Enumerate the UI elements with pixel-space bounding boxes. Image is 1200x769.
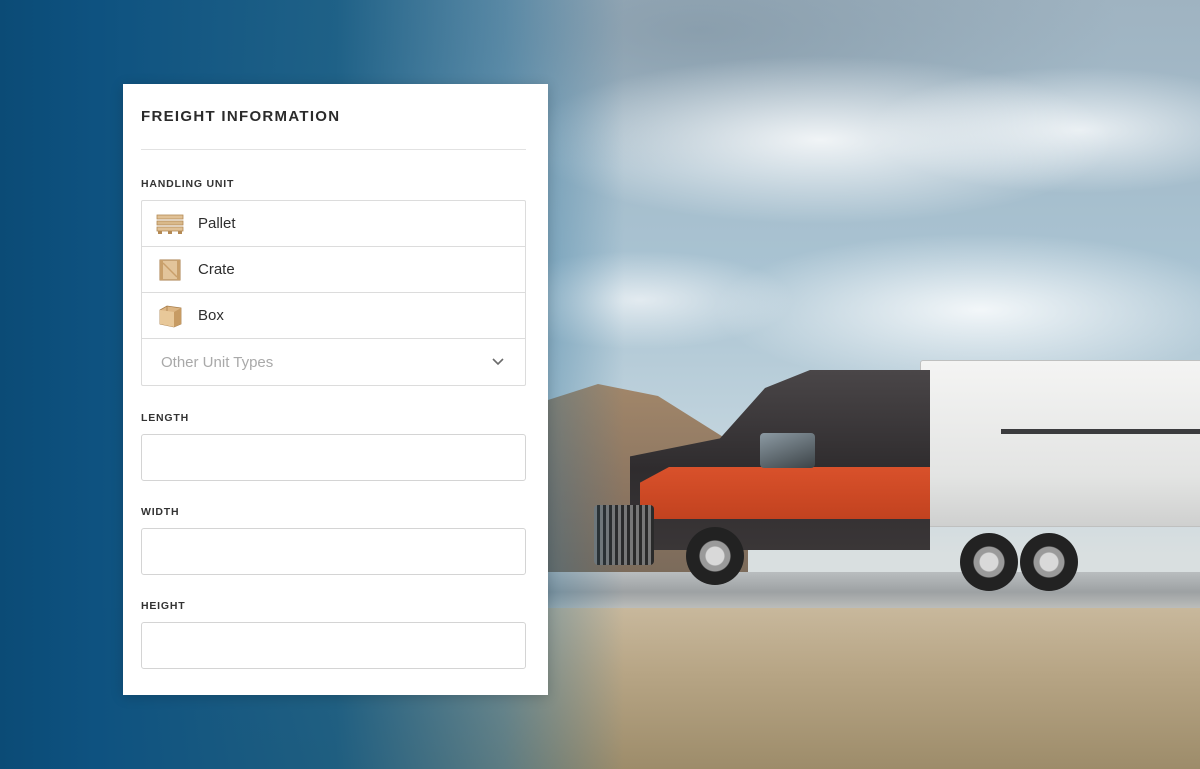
divider xyxy=(141,149,526,150)
chevron-down-icon xyxy=(491,355,505,369)
pallet-icon xyxy=(156,212,184,236)
unit-option-crate[interactable]: Crate xyxy=(142,247,525,293)
handling-unit-options: Pallet Crate Box Other Unit Types xyxy=(141,200,526,386)
other-unit-types-placeholder: Other Unit Types xyxy=(161,353,274,371)
unit-option-label: Crate xyxy=(198,261,235,278)
width-input[interactable] xyxy=(141,528,526,575)
unit-option-box[interactable]: Box xyxy=(142,293,525,339)
unit-option-label: Box xyxy=(198,307,224,324)
handling-unit-label: HANDLING UNIT xyxy=(141,178,235,190)
box-icon xyxy=(156,304,184,328)
length-input[interactable] xyxy=(141,434,526,481)
length-label: LENGTH xyxy=(141,412,189,424)
height-label: HEIGHT xyxy=(141,600,186,612)
height-input[interactable] xyxy=(141,622,526,669)
freight-information-card: FREIGHT INFORMATION HANDLING UNIT Pallet xyxy=(123,84,548,695)
width-label: WIDTH xyxy=(141,506,180,518)
unit-option-label: Pallet xyxy=(198,215,236,232)
height-field-group: HEIGHT xyxy=(141,600,526,669)
crate-icon xyxy=(156,258,184,282)
width-field-group: WIDTH xyxy=(141,506,526,575)
length-field-group: LENGTH xyxy=(141,412,526,481)
card-title: FREIGHT INFORMATION xyxy=(141,108,341,125)
other-unit-types-select[interactable]: Other Unit Types xyxy=(142,339,525,385)
unit-option-pallet[interactable]: Pallet xyxy=(142,201,525,247)
